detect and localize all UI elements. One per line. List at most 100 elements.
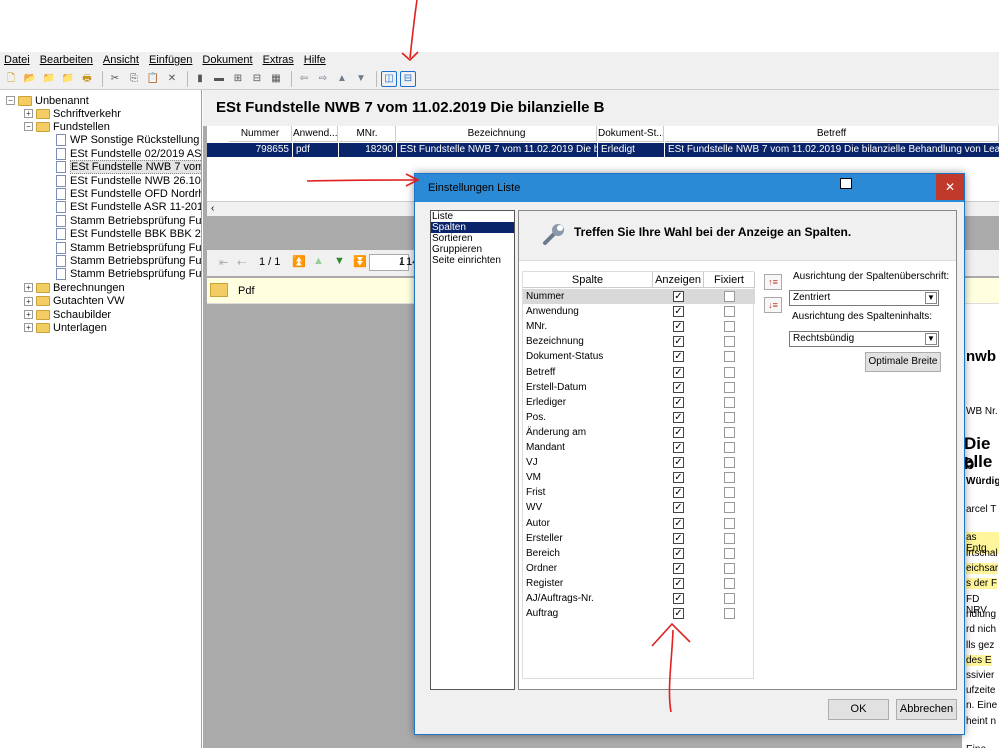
cut-icon[interactable]: ✂ xyxy=(107,71,123,87)
show-checkbox[interactable]: ✓ xyxy=(673,457,684,469)
fixed-checkbox[interactable] xyxy=(724,608,735,620)
show-checkbox[interactable]: ✓ xyxy=(673,487,684,499)
tree-document[interactable]: WP Sonstige Rückstellung Unter xyxy=(56,134,201,147)
show-checkbox[interactable]: ✓ xyxy=(673,502,684,514)
delete-icon[interactable]: ✕ xyxy=(164,71,180,87)
col-header-anzeigen[interactable]: Anzeigen xyxy=(653,272,704,288)
tree-document[interactable]: Stamm Betriebsprüfung Fundstell xyxy=(56,254,201,267)
move-up-button[interactable]: ↑≡ xyxy=(764,274,782,290)
menu-item[interactable]: Datei xyxy=(4,54,30,66)
tree-folder[interactable]: + Gutachten VW xyxy=(24,295,125,308)
show-checkbox[interactable]: ✓ xyxy=(673,532,684,544)
split-vertical-icon[interactable]: ◫ xyxy=(381,70,397,87)
copy-icon[interactable]: ⎘ xyxy=(126,71,142,87)
show-checkbox[interactable]: ✓ xyxy=(673,472,684,484)
grid-column-header[interactable]: Anwend... xyxy=(293,126,338,142)
tree-folder[interactable]: + Unterlagen xyxy=(24,321,107,334)
tree-document[interactable]: ESt Fundstelle 02/2019 ASR Au xyxy=(56,147,201,160)
grid-cell[interactable]: ESt Fundstelle NWB 7 vom 11.02.2019 Die … xyxy=(397,143,597,157)
column-row[interactable]: Mandant ✓ xyxy=(523,440,755,455)
tree-folder[interactable]: + Schaubilder xyxy=(24,308,111,321)
calculator-icon[interactable]: ▦ xyxy=(268,71,284,87)
grid-column-header[interactable]: Betreff xyxy=(665,126,999,142)
menu-item[interactable]: Bearbeiten xyxy=(40,54,93,66)
menu-item[interactable]: Einfügen xyxy=(149,54,192,66)
show-checkbox[interactable]: ✓ xyxy=(673,608,684,620)
grid-column-header[interactable]: Nummer xyxy=(229,126,292,142)
column-row[interactable]: Autor ✓ xyxy=(523,516,755,531)
tree-document[interactable]: ESt Fundstelle NWB 26.10.2018 xyxy=(56,174,201,187)
cancel-button[interactable]: Abbrechen xyxy=(896,699,957,720)
move-down-button[interactable]: ↓≡ xyxy=(764,297,782,313)
col-header-fixiert[interactable]: Fixiert xyxy=(704,272,755,288)
restore-icon[interactable] xyxy=(840,178,852,189)
tree-folder[interactable]: + Schriftverkehr xyxy=(24,107,121,120)
folder-icon[interactable]: ▬ xyxy=(211,71,227,87)
collapse-icon[interactable]: − xyxy=(6,96,15,105)
column-row[interactable]: VJ ✓ xyxy=(523,455,755,470)
fixed-checkbox[interactable] xyxy=(724,457,735,469)
fixed-checkbox[interactable] xyxy=(724,306,735,318)
column-row[interactable]: Bezeichnung ✓ xyxy=(523,334,755,349)
column-row[interactable]: Pos. ✓ xyxy=(523,410,755,425)
show-checkbox[interactable]: ✓ xyxy=(673,336,684,348)
column-row[interactable]: Änderung am ✓ xyxy=(523,425,755,440)
grid-cell[interactable]: ESt Fundstelle NWB 7 vom 11.02.2019 Die … xyxy=(665,143,999,157)
first-page-icon[interactable]: ⇤ xyxy=(219,256,228,269)
down-item-icon[interactable]: ▼ xyxy=(334,255,345,267)
tree-folder[interactable]: − Fundstellen xyxy=(24,120,110,133)
nav-item-sortieren[interactable]: Sortieren xyxy=(431,233,514,244)
tree-document[interactable]: Stamm Betriebsprüfung Fundstell xyxy=(56,241,201,254)
close-button[interactable]: ✕ xyxy=(936,174,964,200)
column-row[interactable]: Bereich ✓ xyxy=(523,546,755,561)
menu-item[interactable]: Ansicht xyxy=(103,54,139,66)
tree-root[interactable]: − Unbenannt xyxy=(6,94,89,107)
content-align-select[interactable]: Rechtsbündig ▼ xyxy=(789,331,939,347)
fixed-checkbox[interactable] xyxy=(724,577,735,589)
show-checkbox[interactable]: ✓ xyxy=(673,442,684,453)
fixed-checkbox[interactable] xyxy=(724,562,735,574)
fixed-checkbox[interactable] xyxy=(724,487,735,499)
chevron-down-icon[interactable]: ▼ xyxy=(925,333,937,345)
ok-button[interactable]: OK xyxy=(828,699,889,720)
folder-star-icon[interactable]: 📁 xyxy=(41,71,57,87)
header-align-select[interactable]: Zentriert ▼ xyxy=(789,290,939,306)
dialog-titlebar[interactable]: Einstellungen Liste ✕ xyxy=(415,174,964,202)
grid-column-header[interactable]: Dokument-St... xyxy=(598,126,664,142)
export-icon[interactable]: ⊟ xyxy=(249,71,265,87)
tree-document[interactable]: Stamm Betriebsprüfung Fundstell xyxy=(56,214,201,227)
column-row[interactable]: Dokument-Status ✓ xyxy=(523,349,755,364)
column-row[interactable]: Auftrag ✓ xyxy=(523,606,755,621)
fixed-checkbox[interactable] xyxy=(724,366,735,378)
col-header-spalte[interactable]: Spalte xyxy=(523,272,653,288)
column-row[interactable]: VM ✓ xyxy=(523,470,755,485)
column-row[interactable]: Erlediger ✓ xyxy=(523,395,755,410)
fixed-checkbox[interactable] xyxy=(724,472,735,484)
show-checkbox[interactable]: ✓ xyxy=(673,396,684,408)
table-row-selector[interactable] xyxy=(207,143,229,157)
show-checkbox[interactable]: ✓ xyxy=(673,426,684,438)
tree-document[interactable]: ESt Fundstelle BBK BBK 2010 S. xyxy=(56,228,201,241)
fixed-checkbox[interactable] xyxy=(724,381,735,393)
nav-item-seite-einrichten[interactable]: Seite einrichten xyxy=(431,255,514,266)
expand-icon[interactable]: + xyxy=(24,296,33,306)
show-checkbox[interactable]: ✓ xyxy=(673,351,684,363)
paste-icon[interactable]: 📋 xyxy=(145,71,161,87)
last-item-icon[interactable]: ⏬ xyxy=(353,255,367,268)
fixed-checkbox[interactable] xyxy=(724,336,735,348)
column-row[interactable]: AJ/Auftrags-Nr. ✓ xyxy=(523,591,755,606)
grid-cell[interactable]: 798655 xyxy=(229,143,292,157)
split-horizontal-icon[interactable]: ⊟ xyxy=(400,70,416,87)
tree-document[interactable]: ESt Fundstelle ASR 11-2017 Lea xyxy=(56,201,201,214)
tree-document[interactable]: Stamm Betriebsprüfung Fundstell xyxy=(56,268,201,281)
down-arrow-icon[interactable]: ▼ xyxy=(353,71,369,87)
nav-item-spalten[interactable]: Spalten xyxy=(431,222,514,233)
fixed-checkbox[interactable] xyxy=(724,502,735,514)
fixed-checkbox[interactable] xyxy=(724,442,735,453)
chevron-down-icon[interactable]: ▼ xyxy=(925,292,937,304)
tree-folder[interactable]: + Berechnungen xyxy=(24,281,125,294)
document-icon[interactable]: ▮ xyxy=(192,71,208,87)
nav-item-gruppieren[interactable]: Gruppieren xyxy=(431,244,514,255)
column-row[interactable]: Ordner ✓ xyxy=(523,561,755,576)
show-checkbox[interactable]: ✓ xyxy=(673,577,684,589)
